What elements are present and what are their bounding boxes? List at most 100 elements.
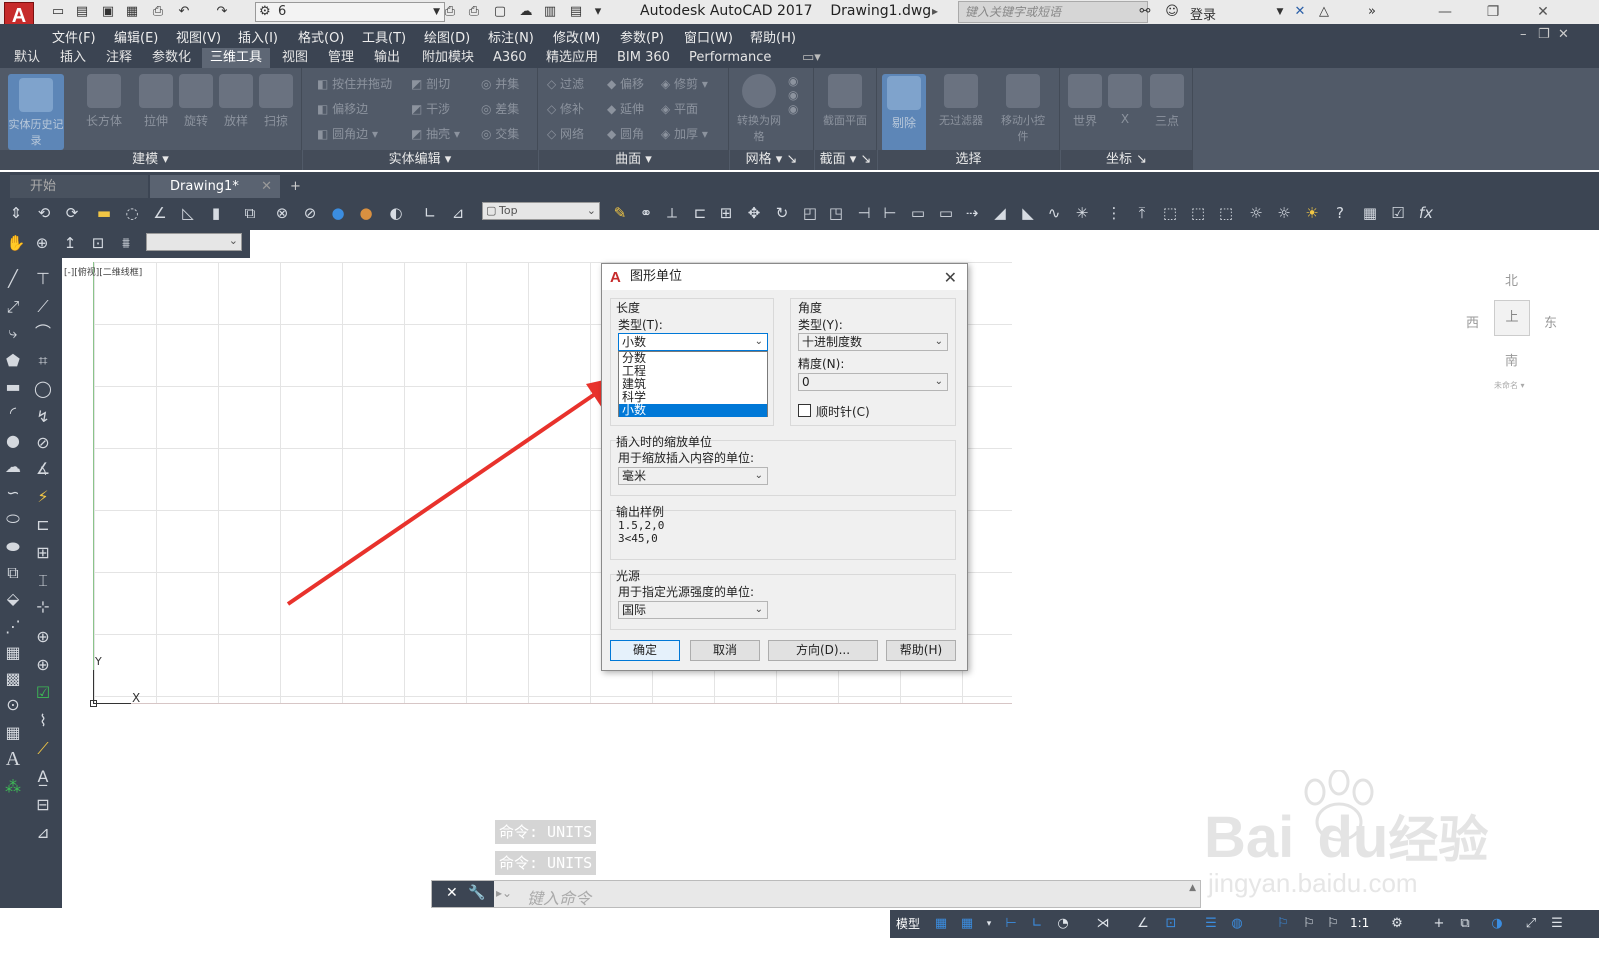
shell-button[interactable]: ◩ 抽壳 ▾ [411,124,460,144]
units-icon[interactable]: ⧉ [1454,914,1476,934]
revcloud-icon[interactable]: ☁ [2,456,24,478]
fly-icon[interactable]: ⩩ [116,233,136,253]
angle-icon[interactable]: ∠ [150,203,170,223]
extrude-button[interactable]: 拉伸 [134,74,178,129]
dialog-titlebar[interactable]: 图形单位 [602,264,967,290]
mirror-icon[interactable]: ⟂ [662,203,682,223]
close-icon[interactable]: ✕ [1528,2,1558,22]
diameter-icon[interactable]: ⊘ [32,432,54,454]
text-edit-icon[interactable]: A̲ [32,766,54,788]
presspull-button[interactable]: ◧ 按住并拖动 [317,74,392,94]
dim-style-icon[interactable]: ⊿ [32,822,54,844]
sweep-button[interactable]: 扫掠 [254,74,298,129]
wireframe-icon[interactable]: ⊗ [272,203,292,223]
ok-button[interactable]: 确定 [610,640,680,661]
new-file-icon[interactable]: ▭ [50,4,66,20]
compass-north[interactable]: 北 [1505,270,1518,289]
polyline-icon[interactable]: ⤷ [2,322,24,344]
snap-dropdown-icon[interactable]: ▾ [978,914,1000,934]
menu-help[interactable]: 帮助(H) [750,27,796,46]
offset-edge-button[interactable]: ◧ 偏移边 [317,99,368,119]
dialog-close-icon[interactable]: ✕ [944,268,957,287]
surface-network-button[interactable]: ◇ 网络 [547,124,584,144]
infer-icon[interactable]: ⊢ [1000,914,1022,934]
jogged-linear-icon[interactable]: ⌇ [32,710,54,732]
close-command-icon[interactable]: ✕ [446,885,458,901]
doc-restore-icon[interactable]: ❐ [1538,27,1550,42]
expand-arrow-icon[interactable]: ▸ [932,4,938,18]
properties-tool-icon[interactable]: ⤒ [1132,203,1152,223]
camera-icon[interactable]: ⊡ [88,233,108,253]
open-file-icon[interactable]: ▤ [74,4,90,20]
ribbon-options-icon[interactable]: ▭▾ [794,48,829,68]
surface-thicken-button[interactable]: ◈ 加厚 ▾ [661,124,708,144]
fx-icon[interactable]: fx [1416,203,1436,223]
tab-drawing1[interactable]: Drawing1* ✕ [150,175,280,198]
quick-dim-icon[interactable]: ⚡ [32,486,54,508]
annotation-scale-icon[interactable]: ⚐ [1322,914,1344,934]
menu-dimension[interactable]: 标注(N) [488,27,534,46]
customize-wrench-icon[interactable]: 🔧 [468,885,485,901]
surface-patch-button[interactable]: ◇ 修补 [547,99,584,119]
binoculars-icon[interactable]: ⚯ [1137,4,1153,20]
baseline-icon[interactable]: ⊏ [32,514,54,536]
break-icon[interactable]: ▭ [908,203,928,223]
compass-east[interactable]: 东 [1544,312,1557,331]
annotation-scale-value[interactable]: 1:1 [1350,916,1369,930]
line-icon[interactable]: ╱ [2,268,24,290]
realistic-icon[interactable]: ● [356,203,376,223]
doc-close-icon[interactable]: ✕ [1558,27,1569,42]
empty-combo[interactable]: ⌄ [146,233,242,251]
save-icon[interactable]: ▣ [100,4,116,20]
direction-button[interactable]: 方向(D)... [768,640,878,661]
make-block-icon[interactable]: ⬙ [2,588,24,610]
arc-icon[interactable]: ◜ [2,402,24,424]
pan-icon[interactable]: ✋ [6,233,26,253]
clockwise-checkbox[interactable] [798,404,811,417]
break-at-point-icon[interactable]: ▭ [936,203,956,223]
pencil-icon[interactable]: ✎ [610,203,630,223]
osnap-icon[interactable]: ⊡ [1160,914,1182,934]
compass-west[interactable]: 西 [1466,312,1479,331]
dimension-icon[interactable]: ▬ [94,203,114,223]
cancel-button[interactable]: 取消 [690,640,760,661]
tab-manage[interactable]: 管理 [320,48,362,68]
region-icon[interactable]: ⊙ [2,694,24,716]
rotate-icon[interactable]: ↻ [772,203,792,223]
explode-icon[interactable]: ✳ [1072,203,1092,223]
snap-icon[interactable]: ▦ [956,914,978,934]
layer-on-icon[interactable]: ⬚ [1188,203,1208,223]
blend-icon[interactable]: ∿ [1044,203,1064,223]
layer-tool-icon[interactable]: ⬚ [1160,203,1180,223]
length-type-select[interactable]: 小数 ⌄ [618,333,768,351]
history-up-icon[interactable]: ▲ [1189,883,1196,893]
tab-insert[interactable]: 插入 [52,48,94,68]
ortho-icon[interactable]: ∟ [1026,914,1048,934]
exchange-icon[interactable]: ✕ [1292,4,1308,20]
more-arrow-icon[interactable]: » [1364,4,1380,20]
tab-parametric[interactable]: 参数化 [144,48,199,68]
aligned-dim-icon[interactable]: ⟋ [32,296,54,318]
scale-icon[interactable]: ◰ [800,203,820,223]
surface-filter-button[interactable]: ◇ 过滤 [547,74,584,94]
section-plane-button[interactable]: 截面平面 [823,74,867,128]
join-icon[interactable]: ⇢ [962,203,982,223]
subtract-button[interactable]: ◎ 差集 [481,99,519,119]
visual-style-icon[interactable]: ◐ [386,203,406,223]
checklist-icon[interactable]: ☑ [1388,203,1408,223]
spot-light-icon[interactable]: ☼ [1274,203,1294,223]
move-gizmo-button[interactable]: 移动小控件 [998,74,1048,144]
view-combo[interactable]: ▢ Top ⌄ [482,202,600,220]
login-dropdown-icon[interactable]: ▼ [1272,4,1288,20]
angle-precision-select[interactable]: 0 ⌄ [798,373,948,391]
lineweight-icon[interactable]: ☰ [1200,914,1222,934]
continue-icon[interactable]: ⊞ [32,542,54,564]
tab-start[interactable]: 开始 [10,175,148,198]
point-icon[interactable]: ⋰ [2,616,24,638]
ucs-axis-icon[interactable]: ∟ [420,203,440,223]
help-button[interactable]: 帮助(H) [886,640,956,661]
zoom-icon[interactable]: ⊕ [32,233,52,253]
isodraft-icon[interactable]: ⋊ [1092,914,1114,934]
layer-icon[interactable]: ▥ [542,4,558,20]
table-icon[interactable]: ▦ [1360,203,1380,223]
